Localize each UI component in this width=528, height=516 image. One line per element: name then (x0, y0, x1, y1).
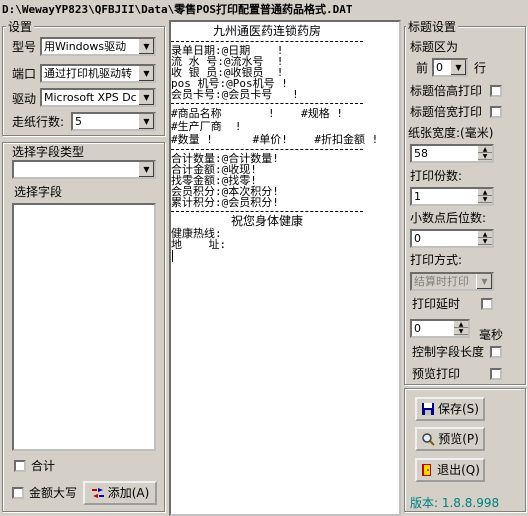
divider (171, 103, 363, 104)
divider (171, 41, 363, 42)
front-label: 前 (416, 61, 429, 75)
model-select[interactable]: 用Windows驱动 ▼ (40, 37, 156, 56)
port-select-value: 通过打印机驱动转 (44, 67, 132, 80)
add-button-label: 添加(A) (107, 486, 150, 500)
preview-line: 会员卡号:@会员卡号 ! (171, 88, 299, 101)
print-delay-label: 打印延时 (412, 297, 461, 311)
control-length-label: 控制字段长度 (412, 345, 485, 359)
spinner-arrows-icon[interactable]: ▲ ▼ (454, 321, 468, 336)
print-preview[interactable]: 九州通医药连锁药房 录单日期:@日期 ! 流 水 号:@流水号 ! 收 银 员:… (169, 20, 401, 516)
preview-button[interactable]: 预览(P) (415, 427, 485, 451)
amount-upper-checkbox[interactable] (12, 487, 24, 499)
chevron-down-icon[interactable]: ▼ (138, 114, 154, 129)
version-label: 版本: 1.8.8.998 (410, 496, 500, 510)
title-rows-value: 0 (436, 61, 443, 74)
driver-label: 驱动 (12, 92, 37, 106)
preview-button-label: 预览(P) (438, 432, 479, 446)
preview-line: #商品名称 ! #规格 ! (171, 107, 343, 120)
copies-label: 打印份数: (410, 169, 463, 183)
control-length-checkbox[interactable] (490, 346, 502, 358)
preview-section-totals: 合计数量:@合计数量! 合计金额:@收现! 找零金额:@找零! 会员积分:@本次… (171, 153, 399, 208)
text-cursor (172, 250, 173, 262)
save-button-label: 保存(S) (438, 402, 479, 416)
delay-unit-label: 毫秒 (479, 328, 504, 342)
chevron-down-icon[interactable]: ▼ (450, 60, 466, 75)
add-button[interactable]: 添加(A) (83, 481, 157, 505)
spinner-arrows-icon[interactable]: ▲ ▼ (478, 189, 492, 204)
port-select[interactable]: 通过打印机驱动转 ▼ (40, 64, 156, 83)
copies-value: 1 (414, 190, 421, 203)
copies-spinner[interactable]: 1 ▲ ▼ (410, 187, 494, 206)
spinner-arrows-icon[interactable]: ▲ ▼ (478, 146, 492, 161)
feed-select-value: 5 (75, 115, 82, 128)
spinner-arrows-icon[interactable]: ▲ ▼ (478, 231, 492, 246)
preview-section-items: #商品名称 ! #规格 ! #生产厂商 ! #数量 ! #单价! #折扣金额 ! (171, 107, 399, 146)
model-label: 型号 (12, 40, 37, 54)
preview-title: 九州通医药连锁药房 (212, 24, 321, 38)
preview-line: 累计积分:@会员积分! (171, 196, 279, 209)
delay-value: 0 (414, 322, 421, 335)
print-mode-value: 结算时打印 (414, 275, 469, 288)
settings-group-label: 设置 (6, 20, 35, 34)
exit-button-label: 退出(Q) (437, 463, 480, 477)
decimals-label: 小数点后位数: (410, 211, 487, 225)
chevron-down-icon[interactable]: ▼ (476, 274, 492, 289)
title-settings-group-label: 标题设置 (406, 20, 459, 34)
field-type-label: 选择字段类型 (12, 145, 85, 159)
paper-width-label: 纸张宽度:(毫米) (408, 126, 494, 140)
port-label: 端口 (12, 67, 37, 81)
rows-label: 行 (474, 61, 487, 75)
chevron-down-icon[interactable]: ▼ (138, 66, 154, 81)
title-rows-select[interactable]: 0 ▼ (432, 58, 468, 77)
chevron-down-icon[interactable]: ▼ (138, 39, 154, 54)
field-select-label: 选择字段 (14, 185, 63, 199)
driver-select[interactable]: Microsoft XPS Dc ▼ (40, 88, 156, 107)
preview-line: #生产厂商 ! (171, 120, 242, 133)
save-icon (421, 402, 435, 416)
print-mode-select[interactable]: 结算时打印 ▼ (410, 272, 494, 291)
preview-line: #数量 ! #单价! #折扣金额 ! (171, 133, 379, 146)
paper-width-value: 58 (414, 147, 428, 160)
print-mode-label: 打印方式: (410, 253, 463, 267)
divider (171, 211, 363, 212)
exit-door-icon (420, 463, 434, 477)
window-title: D:\WewayYP823\QFBJII\Data\零售POS打印配置普通药品格… (0, 0, 528, 19)
delay-spinner[interactable]: 0 ▲ ▼ (410, 319, 470, 338)
field-list[interactable] (12, 203, 156, 451)
save-button[interactable]: 保存(S) (415, 397, 485, 421)
magnifier-icon (421, 432, 435, 446)
total-checkbox[interactable] (14, 460, 26, 472)
decimals-value: 0 (414, 232, 421, 245)
paper-width-spinner[interactable]: 58 ▲ ▼ (410, 144, 494, 163)
print-delay-checkbox[interactable] (481, 298, 493, 310)
double-height-checkbox[interactable] (490, 85, 502, 97)
feed-label: 走纸行数: (12, 115, 65, 129)
total-label: 合计 (31, 459, 56, 473)
exit-button[interactable]: 退出(Q) (415, 458, 485, 482)
preview-section-header: 录单日期:@日期 ! 流 水 号:@流水号 ! 收 银 员:@收银员 ! pos… (171, 45, 399, 100)
title-area-label: 标题区为 (410, 40, 459, 54)
model-select-value: 用Windows驱动 (44, 40, 127, 53)
decimals-spinner[interactable]: 0 ▲ ▼ (410, 229, 494, 248)
chevron-down-icon[interactable]: ▼ (138, 90, 154, 105)
amount-upper-label: 金额大写 (29, 486, 78, 500)
divider (171, 149, 363, 150)
preview-print-label: 预览打印 (412, 367, 461, 381)
double-height-label: 标题倍高打印 (410, 84, 483, 98)
driver-select-value: Microsoft XPS Dc (44, 91, 137, 104)
preview-print-checkbox[interactable] (490, 368, 502, 380)
chevron-down-icon[interactable]: ▼ (138, 162, 154, 177)
double-width-label: 标题倍宽打印 (410, 105, 483, 119)
double-width-checkbox[interactable] (490, 106, 502, 118)
feed-select[interactable]: 5 ▼ (71, 112, 156, 131)
field-type-select[interactable]: ▼ (12, 160, 156, 179)
add-field-icon (91, 486, 105, 500)
preview-line: 地 址: (171, 238, 227, 251)
